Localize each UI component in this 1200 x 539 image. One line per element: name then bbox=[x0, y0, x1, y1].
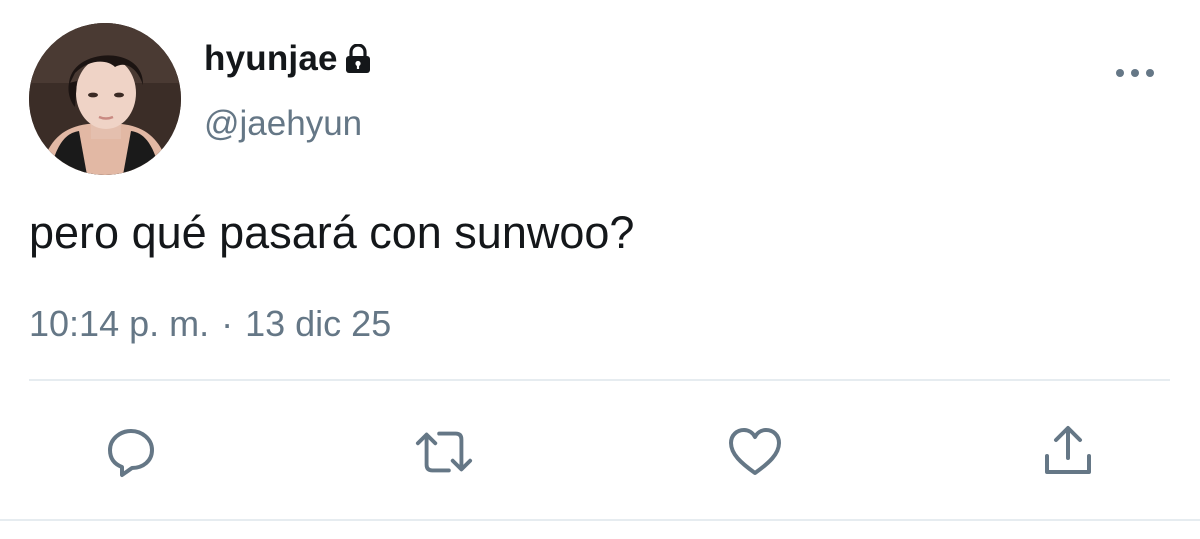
tweet-date[interactable]: 13 dic 25 bbox=[245, 303, 391, 344]
tweet-text: pero qué pasará con sunwoo? bbox=[29, 207, 635, 258]
tweet-time[interactable]: 10:14 p. m. bbox=[29, 303, 209, 344]
lock-icon bbox=[344, 43, 372, 74]
share-button[interactable] bbox=[1038, 422, 1098, 482]
display-name-row: hyunjae bbox=[204, 37, 372, 81]
more-options-button[interactable] bbox=[1112, 58, 1158, 88]
tweet-card: hyunjae @jaehyun pero qué pasará con sun… bbox=[0, 0, 1200, 539]
bottom-divider bbox=[0, 519, 1200, 521]
user-handle[interactable]: @jaehyun bbox=[204, 104, 362, 144]
like-button[interactable] bbox=[725, 422, 785, 482]
more-icon bbox=[1116, 69, 1154, 77]
reply-button[interactable] bbox=[101, 422, 161, 482]
avatar[interactable] bbox=[29, 23, 181, 175]
retweet-button[interactable] bbox=[414, 422, 474, 482]
share-icon bbox=[1045, 426, 1091, 474]
display-name[interactable]: hyunjae bbox=[204, 39, 338, 79]
divider bbox=[29, 379, 1170, 381]
meta-separator: · bbox=[221, 303, 234, 344]
heart-icon bbox=[729, 428, 781, 475]
avatar-photo bbox=[29, 23, 181, 175]
tweet-meta: 10:14 p. m. · 13 dic 25 bbox=[29, 303, 391, 345]
reply-icon bbox=[108, 429, 154, 477]
retweet-icon bbox=[415, 431, 473, 473]
